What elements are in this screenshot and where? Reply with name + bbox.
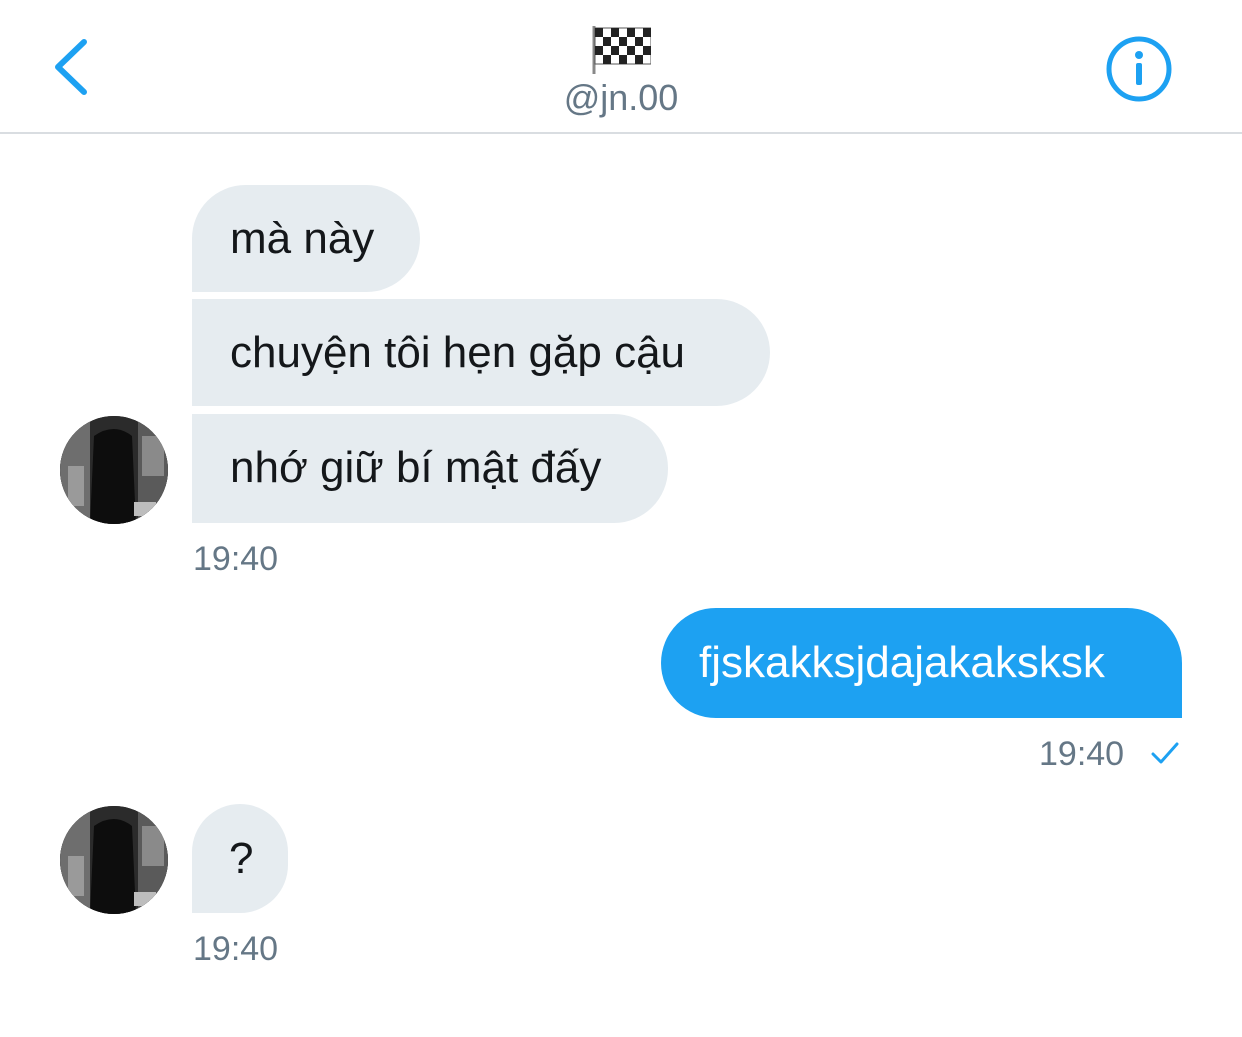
- chequered-flag-icon[interactable]: [589, 24, 652, 76]
- message-text: nhớ giữ bí mật đấy: [230, 443, 602, 492]
- dm-conversation-screen: @jn.00 mà này chuyện tôi hẹn gặp cậu nhớ…: [0, 0, 1242, 1037]
- sender-avatar[interactable]: [60, 806, 168, 914]
- outgoing-message-bubble[interactable]: fjskakksjdajakaksksk: [661, 608, 1182, 718]
- message-timestamp: 19:40: [193, 930, 279, 968]
- info-circle-icon: [1106, 36, 1172, 102]
- incoming-message-bubble[interactable]: ?: [192, 804, 288, 913]
- conversation-header: @jn.00: [0, 0, 1242, 134]
- checkmark-icon: [1151, 742, 1179, 764]
- message-text: fjskakksjdajakaksksk: [699, 638, 1105, 687]
- message-text: ?: [229, 834, 254, 883]
- conversation-handle[interactable]: @jn.00: [0, 76, 1242, 120]
- message-timestamp: 19:40: [1039, 735, 1125, 773]
- incoming-message-bubble[interactable]: chuyện tôi hẹn gặp cậu: [192, 299, 770, 406]
- message-timestamp: 19:40: [193, 540, 279, 578]
- sender-avatar[interactable]: [60, 416, 168, 524]
- info-button[interactable]: [1104, 34, 1174, 104]
- message-text: mà này: [230, 214, 375, 263]
- incoming-message-bubble[interactable]: mà này: [192, 185, 420, 292]
- message-text: chuyện tôi hẹn gặp cậu: [230, 328, 686, 377]
- incoming-message-bubble[interactable]: nhớ giữ bí mật đấy: [192, 414, 668, 523]
